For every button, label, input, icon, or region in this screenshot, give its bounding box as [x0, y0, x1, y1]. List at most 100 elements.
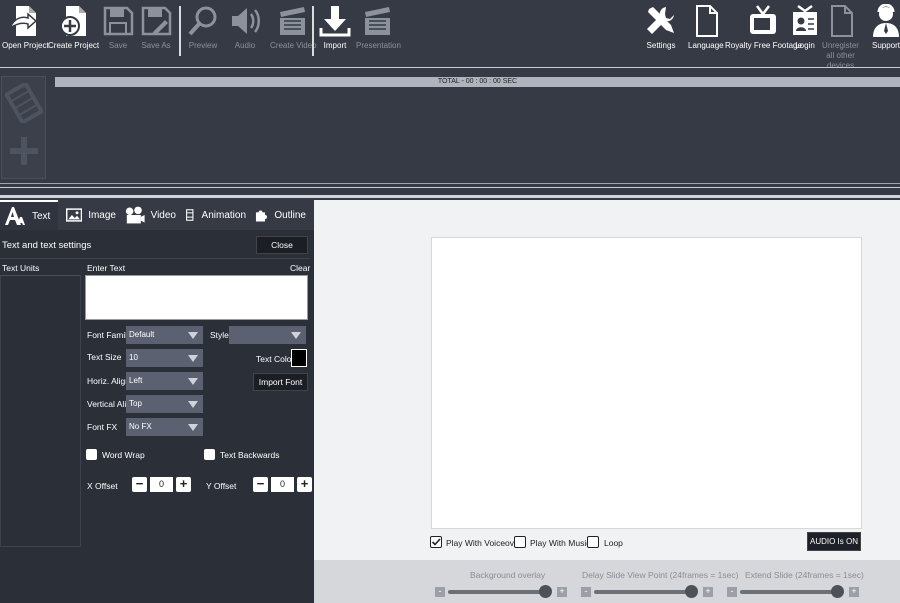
delay-slide-track[interactable] — [594, 590, 697, 594]
panel-title: Text and text settings — [2, 240, 92, 251]
word-wrap-label: Word Wrap — [102, 450, 145, 460]
create-project-label: Create Project — [48, 41, 100, 50]
tab-video-label: Video — [150, 209, 176, 221]
chevron-down-icon — [188, 401, 198, 408]
x-offset-increment[interactable]: + — [176, 477, 191, 492]
font-fx-label: Font FX — [87, 422, 118, 432]
import-label: Import — [323, 41, 347, 50]
document-icon — [830, 5, 853, 37]
y-offset-value[interactable]: 0 — [271, 477, 294, 492]
music-label: Play With Music — [530, 538, 591, 548]
speaker-icon — [232, 8, 260, 34]
voiceover-checkbox[interactable] — [430, 536, 442, 548]
tab-video[interactable]: Video — [120, 200, 180, 230]
chevron-down-icon — [291, 332, 301, 339]
extend-slide-decrement[interactable]: - — [727, 587, 737, 597]
font-fx-select[interactable]: No FX — [126, 418, 203, 436]
background-overlay-knob[interactable] — [539, 585, 552, 598]
create-video-label: Create Video — [270, 41, 317, 50]
delay-slide-knob[interactable] — [685, 585, 698, 598]
presentation-label: Presentation — [356, 41, 401, 50]
tab-outline[interactable]: Outline — [250, 200, 310, 230]
preview-label: Preview — [188, 41, 218, 50]
toolbar-divider — [179, 6, 181, 56]
puzzle-icon — [255, 210, 268, 222]
text-color-swatch[interactable] — [291, 349, 307, 367]
document-icon — [695, 5, 718, 37]
save-button[interactable]: Save — [101, 4, 135, 51]
extend-slide-track[interactable] — [740, 590, 843, 594]
tab-animation[interactable]: Animation — [180, 200, 250, 230]
language-button[interactable]: Language — [688, 4, 724, 51]
support-button[interactable]: Support — [869, 4, 900, 51]
horiz-align-select[interactable]: Left — [126, 372, 203, 390]
extend-slide-knob[interactable] — [831, 585, 844, 598]
y-offset-decrement[interactable]: − — [253, 477, 268, 492]
open-project-button[interactable]: Open Project — [2, 4, 49, 51]
tab-outline-label: Outline — [274, 209, 306, 221]
support-label: Support — [871, 41, 900, 50]
loop-checkbox[interactable] — [587, 536, 599, 548]
clapperboard-icon — [365, 7, 391, 35]
magnifier-icon — [188, 6, 217, 36]
unregister-devices-button[interactable]: Unregister all other devices — [818, 4, 863, 71]
horiz-align-value: Left — [129, 376, 143, 385]
divider — [0, 195, 900, 198]
clear-link[interactable]: Clear — [290, 263, 310, 273]
chevron-down-icon — [188, 355, 198, 362]
delay-slide-decrement[interactable]: - — [581, 587, 591, 597]
text-icon — [5, 207, 25, 225]
audio-toggle-button[interactable]: AUDIO Is ON — [807, 532, 861, 551]
extend-slide-increment[interactable]: + — [849, 587, 859, 597]
video-camera-icon — [125, 206, 145, 224]
delay-slide-increment[interactable]: + — [703, 587, 713, 597]
text-size-select[interactable]: 10 — [126, 349, 203, 367]
create-project-icon — [59, 6, 86, 36]
style-label: Style — [210, 330, 229, 340]
close-button[interactable]: Close — [256, 236, 308, 254]
import-button[interactable]: Import — [318, 4, 352, 51]
text-input[interactable] — [85, 275, 308, 320]
presentation-button[interactable]: Presentation — [356, 4, 401, 51]
audio-button[interactable]: Audio — [228, 4, 262, 51]
text-color-label: Text Color — [256, 354, 295, 364]
tab-image[interactable]: Image — [62, 200, 120, 230]
top-toolbar: Open Project Create Project Save Save As… — [0, 0, 900, 70]
create-video-button[interactable]: Create Video — [270, 4, 317, 51]
create-project-button[interactable]: Create Project — [48, 4, 99, 51]
x-offset-label: X Offset — [87, 481, 118, 491]
tools-icon — [647, 7, 674, 34]
text-size-label: Text Size — [87, 352, 122, 362]
background-overlay-track[interactable] — [448, 590, 551, 594]
background-overlay-decrement[interactable]: - — [435, 587, 445, 597]
tab-animation-label: Animation — [201, 209, 246, 221]
film-icon — [186, 209, 194, 221]
style-select[interactable] — [229, 326, 306, 344]
settings-button[interactable]: Settings — [644, 4, 678, 51]
import-font-button[interactable]: Import Font — [253, 373, 308, 391]
text-units-list[interactable] — [0, 275, 81, 547]
x-offset-value[interactable]: 0 — [150, 477, 173, 492]
tv-icon — [750, 5, 777, 34]
save-as-button[interactable]: Save As — [139, 4, 173, 51]
add-slide-button[interactable] — [1, 76, 46, 179]
word-wrap-checkbox[interactable] — [86, 449, 97, 460]
extend-slide-label: Extend Slide (24frames = 1sec) — [745, 570, 864, 580]
x-offset-decrement[interactable]: − — [132, 477, 147, 492]
music-checkbox[interactable] — [514, 536, 526, 548]
preview-canvas[interactable] — [431, 237, 862, 529]
login-button[interactable]: Login — [788, 4, 822, 51]
divider — [0, 183, 900, 184]
tab-text[interactable]: Text — [0, 200, 58, 230]
support-person-icon — [873, 4, 899, 37]
text-size-value: 10 — [129, 353, 138, 362]
vertical-align-select[interactable]: Top — [126, 395, 203, 413]
y-offset-increment[interactable]: + — [297, 477, 312, 492]
editor-tabs: Text Image Video Animation Outline — [0, 200, 314, 230]
preview-button[interactable]: Preview — [186, 4, 220, 51]
background-overlay-increment[interactable]: + — [557, 587, 567, 597]
font-family-value: Default — [129, 330, 155, 339]
font-family-select[interactable]: Default — [126, 326, 203, 344]
font-fx-value: No FX — [129, 422, 152, 431]
text-backwards-checkbox[interactable] — [204, 449, 215, 460]
